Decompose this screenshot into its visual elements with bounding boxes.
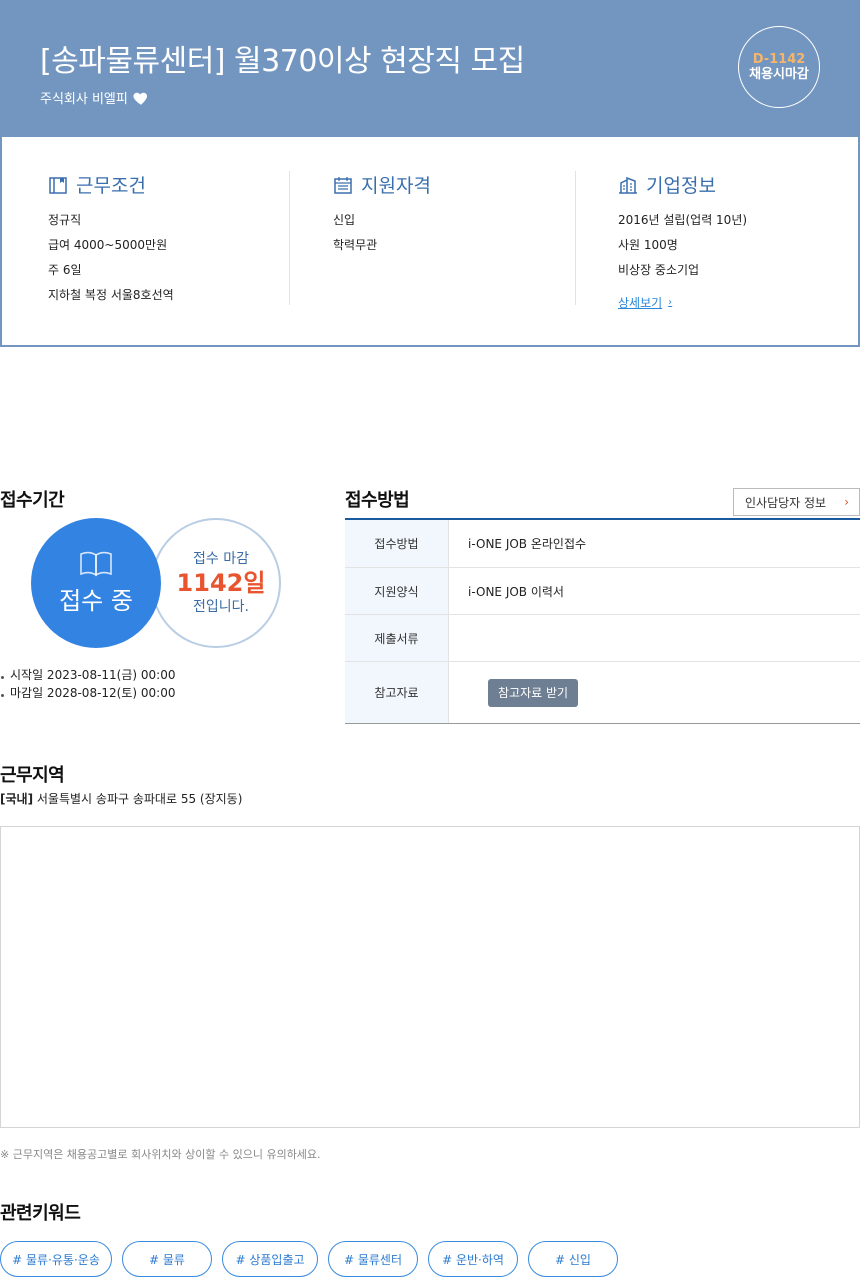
- row-value: i-ONE JOB 온라인접수: [468, 537, 587, 551]
- row-label: 지원양식: [345, 568, 449, 614]
- keyword-tag[interactable]: # 운반·하역: [428, 1241, 518, 1277]
- book-icon: [80, 551, 112, 576]
- keyword-tag[interactable]: # 물류·유통·운송: [0, 1241, 112, 1277]
- days-remaining: 1142일: [176, 569, 266, 597]
- company-row: 주식회사 비엘피: [40, 88, 150, 107]
- deadline-circle: 접수 마감 1142일 전입니다.: [151, 518, 281, 648]
- dday-badge: D-1142 채용시마감: [738, 26, 820, 108]
- company-item: 비상장 중소기업: [618, 263, 700, 277]
- row-value: [449, 615, 860, 661]
- company-info-heading: 기업정보: [618, 171, 747, 198]
- column-divider: [289, 171, 290, 305]
- method-table: 접수방법 i-ONE JOB 온라인접수 지원양식 i-ONE JOB 이력서 …: [345, 518, 860, 724]
- row-label: 접수방법: [345, 520, 449, 567]
- map-area[interactable]: [0, 826, 860, 1128]
- period-title: 접수기간: [0, 490, 65, 511]
- deadline-suffix: 전입니다.: [193, 599, 249, 615]
- period-dates: 시작일 2023-08-11(금) 00:00 마감일 2028-08-12(토…: [0, 666, 175, 702]
- start-date: 시작일 2023-08-11(금) 00:00: [0, 666, 175, 684]
- job-title: [송파물류센터] 월370이상 현장직 모집: [40, 44, 525, 79]
- location-title: 근무지역: [0, 765, 65, 786]
- chevron-right-icon: ›: [668, 297, 673, 308]
- deadline-label: 접수 마감: [193, 551, 249, 567]
- row-label: 제출서류: [345, 615, 449, 661]
- keyword-tag[interactable]: # 물류: [122, 1241, 212, 1277]
- company-detail-link[interactable]: 상세보기 ›: [618, 294, 672, 311]
- keyword-tag[interactable]: # 물류센터: [328, 1241, 418, 1277]
- column-divider: [575, 171, 576, 305]
- summary-box: 근무조건 정규직 급여 4000~5000만원 주 6일 지하철 복정 서울8호…: [0, 137, 860, 347]
- work-conditions-heading: 근무조건: [48, 171, 174, 198]
- building-icon: [619, 176, 637, 194]
- qualification-item: 학력무관: [333, 238, 378, 252]
- status-circle: 접수 중: [31, 518, 161, 648]
- company-info-title: 기업정보: [646, 175, 716, 197]
- region-tag: [국내]: [0, 792, 34, 806]
- job-header: [송파물류센터] 월370이상 현장직 모집 주식회사 비엘피 D-1142 채…: [0, 0, 860, 137]
- row-value: 참고자료 받기: [449, 662, 860, 723]
- work-conditions: 근무조건 정규직 급여 4000~5000만원 주 6일 지하철 복정 서울8호…: [48, 171, 174, 308]
- table-row: 참고자료 참고자료 받기: [345, 662, 860, 723]
- address-text: 서울특별시 송파구 송파대로 55 (장지동): [36, 792, 243, 806]
- heart-icon[interactable]: [132, 89, 150, 107]
- download-reference-button[interactable]: 참고자료 받기: [488, 678, 579, 707]
- keyword-tag[interactable]: # 상품입출고: [222, 1241, 318, 1277]
- company-name[interactable]: 주식회사 비엘피: [40, 88, 128, 107]
- keywords-title: 관련키워드: [0, 1203, 81, 1224]
- row-value: i-ONE JOB 이력서: [468, 584, 564, 599]
- hr-contact-label: 인사담당자 정보: [745, 495, 827, 510]
- work-conditions-title: 근무조건: [76, 175, 146, 197]
- bookmark-icon: [49, 176, 67, 194]
- table-row: 제출서류: [345, 615, 860, 662]
- table-row: 접수방법 i-ONE JOB 온라인접수: [345, 520, 860, 568]
- keyword-list: # 물류·유통·운송 # 물류 # 상품입출고 # 물류센터 # 운반·하역 #…: [0, 1241, 618, 1277]
- company-item: 사원 100명: [618, 238, 678, 252]
- status-text: 접수 중: [59, 586, 133, 615]
- work-address: [국내] 서울특별시 송파구 송파대로 55 (장지동): [0, 790, 242, 807]
- company-detail-label: 상세보기: [618, 296, 663, 310]
- qualifications: 지원자격 신입 학력무관: [333, 171, 431, 258]
- work-item: 지하철 복정 서울8호선역: [48, 288, 174, 302]
- deadline-text: 채용시마감: [749, 67, 809, 82]
- work-item: 주 6일: [48, 263, 82, 277]
- qualifications-title: 지원자격: [361, 175, 431, 197]
- work-item: 정규직: [48, 213, 82, 227]
- location-note: ※ 근무지역은 채용공고별로 회사위치와 상이할 수 있으니 유의하세요.: [0, 1148, 321, 1161]
- hr-contact-button[interactable]: 인사담당자 정보 ›: [733, 488, 860, 516]
- keyword-tag[interactable]: # 신입: [528, 1241, 618, 1277]
- chevron-right-icon: ›: [844, 495, 849, 509]
- qualification-item: 신입: [333, 213, 356, 227]
- table-row: 지원양식 i-ONE JOB 이력서: [345, 568, 860, 615]
- dday-count: D-1142: [752, 52, 806, 67]
- company-item: 2016년 설립(업력 10년): [618, 213, 748, 227]
- row-label: 참고자료: [345, 662, 449, 723]
- calendar-icon: [334, 176, 352, 194]
- end-date: 마감일 2028-08-12(토) 00:00: [0, 684, 175, 702]
- qualifications-heading: 지원자격: [333, 171, 431, 198]
- company-info: 기업정보 2016년 설립(업력 10년) 사원 100명 비상장 중소기업 상…: [618, 171, 747, 311]
- method-title: 접수방법: [345, 490, 410, 511]
- work-item: 급여 4000~5000만원: [48, 238, 168, 252]
